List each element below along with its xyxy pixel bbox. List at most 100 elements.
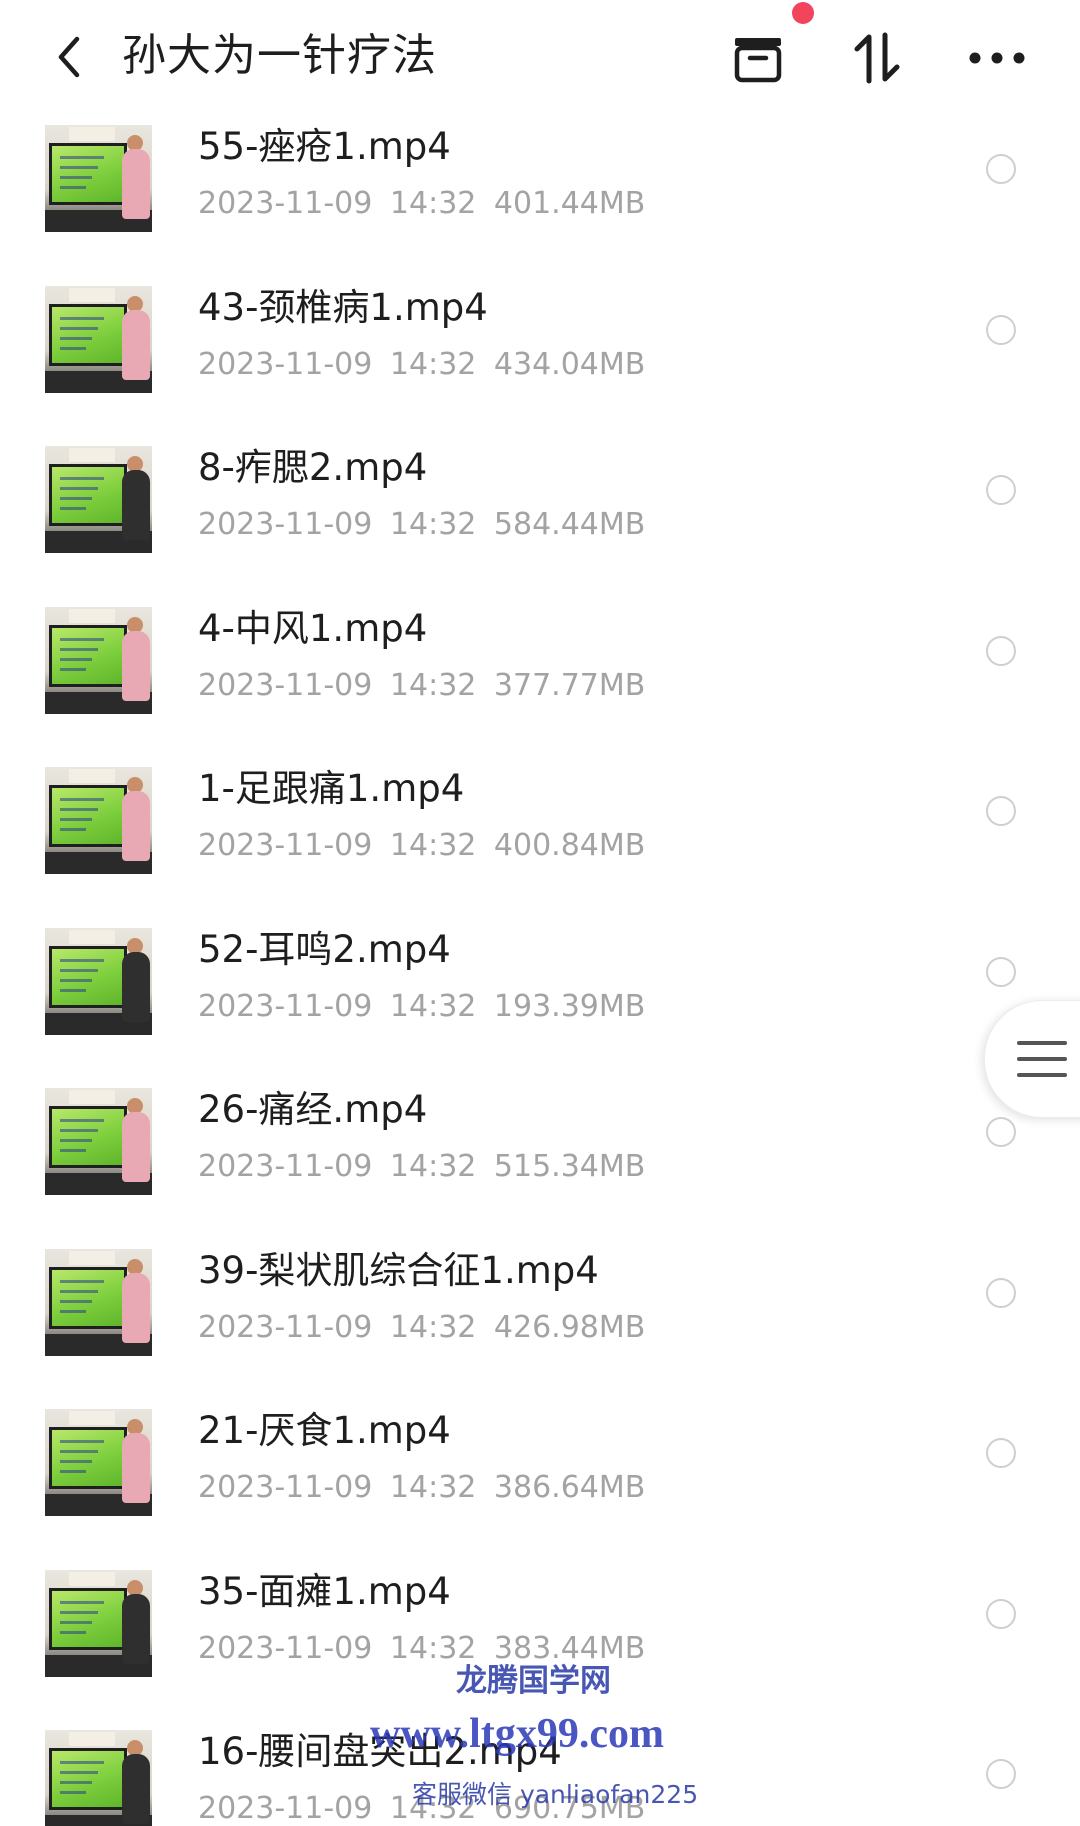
thumb-slide-text-line <box>60 657 92 661</box>
file-time: 14:32 <box>389 1309 477 1345</box>
more-icon <box>969 52 1025 64</box>
file-size: 426.98MB <box>493 1309 646 1345</box>
thumb-screen <box>49 1427 127 1489</box>
file-time: 14:32 <box>389 828 477 863</box>
video-thumbnail <box>45 1569 152 1677</box>
file-row[interactable]: 4-中风1.mp4 2023-11-09 14:32 377.77MB <box>0 584 1080 745</box>
thumb-presenter <box>122 149 150 219</box>
select-radio[interactable] <box>986 1117 1016 1147</box>
file-time: 14:32 <box>389 1791 477 1826</box>
page-title: 孙大为一针疗法 <box>122 30 437 81</box>
file-name: 39-梨状肌综合征1.mp4 <box>198 1248 599 1292</box>
file-time: 14:32 <box>389 346 477 382</box>
video-thumbnail <box>45 1088 152 1195</box>
video-thumbnail <box>45 1409 152 1516</box>
video-thumbnail <box>45 606 152 714</box>
thumb-presenter <box>122 630 150 701</box>
file-row[interactable]: 21-厌食1.mp4 2023-11-09 14:32 386.64MB <box>0 1386 1080 1547</box>
thumb-banner <box>69 1571 115 1586</box>
thumb-slide-text-line <box>60 326 98 330</box>
thumb-banner <box>69 769 115 783</box>
file-name: 26-痛经.mp4 <box>198 1088 428 1131</box>
select-radio[interactable] <box>986 154 1016 184</box>
thumb-slide-text-line <box>60 156 104 159</box>
thumb-slide-text-line <box>60 1470 86 1473</box>
thumb-slide-text-line <box>60 176 92 179</box>
thumb-slide-text-line <box>60 798 104 801</box>
file-name: 52-耳鸣2.mp4 <box>198 927 451 971</box>
thumb-banner <box>69 127 115 141</box>
thumb-presenter <box>122 1754 150 1824</box>
select-radio[interactable] <box>986 796 1016 826</box>
select-radio[interactable] <box>986 956 1016 987</box>
file-row[interactable]: 1-足跟痛1.mp4 2023-11-09 14:32 400.84MB <box>0 744 1080 905</box>
thumb-presenter <box>122 309 150 380</box>
thumb-slide-text-line <box>60 818 92 821</box>
file-name: 16-腰间盘突出2.mp4 <box>198 1730 562 1773</box>
thumb-slide-text-line <box>60 988 86 992</box>
file-date: 2023-11-09 <box>198 346 373 382</box>
select-radio[interactable] <box>986 1598 1016 1629</box>
thumb-slide-text-line <box>60 1299 92 1303</box>
thumb-slide-text-line <box>60 808 98 811</box>
file-meta: 2023-11-09 14:32 584.44MB <box>198 505 645 545</box>
file-row[interactable]: 39-梨状肌综合征1.mp4 2023-11-09 14:32 426.98MB <box>0 1226 1080 1387</box>
select-radio[interactable] <box>986 1759 1016 1789</box>
file-row[interactable]: 55-痤疮1.mp4 2023-11-09 14:32 401.44MB <box>0 102 1080 263</box>
thumb-banner <box>69 287 115 302</box>
file-meta: 2023-11-09 14:32 377.77MB <box>198 666 645 706</box>
thumb-slide-text-line <box>60 487 98 490</box>
thumb-slide-text-line <box>60 166 98 169</box>
file-meta: 2023-11-09 14:32 386.64MB <box>198 1468 645 1508</box>
file-date: 2023-11-09 <box>198 1149 373 1184</box>
file-name: 21-厌食1.mp4 <box>198 1409 451 1452</box>
select-radio[interactable] <box>986 475 1016 505</box>
back-button[interactable] <box>42 28 94 86</box>
select-radio[interactable] <box>986 1438 1016 1468</box>
select-radio[interactable] <box>986 314 1016 345</box>
video-thumbnail <box>45 927 152 1035</box>
thumb-screen <box>49 143 127 205</box>
file-date: 2023-11-09 <box>198 186 373 221</box>
thumb-screen <box>49 1266 127 1329</box>
thumb-screen <box>49 945 127 1008</box>
sort-icon <box>854 32 900 84</box>
select-radio[interactable] <box>986 1277 1016 1308</box>
video-thumbnail <box>45 446 152 553</box>
archive-icon <box>734 38 782 83</box>
thumb-slide-text-line <box>60 1600 104 1604</box>
file-time: 14:32 <box>389 186 477 221</box>
video-thumbnail <box>45 125 152 232</box>
file-time: 14:32 <box>389 1630 477 1666</box>
file-name: 8-痄腮2.mp4 <box>198 446 428 489</box>
file-row[interactable]: 16-腰间盘突出2.mp4 2023-11-09 14:32 690.75MB <box>0 1707 1080 1826</box>
video-thumbnail <box>45 767 152 874</box>
thumb-slide-text-line <box>60 637 104 641</box>
thumb-banner <box>69 1250 115 1265</box>
file-size: 377.77MB <box>493 667 646 703</box>
file-row[interactable]: 26-痛经.mp4 2023-11-09 14:32 515.34MB <box>0 1065 1080 1226</box>
file-row[interactable]: 8-痄腮2.mp4 2023-11-09 14:32 584.44MB <box>0 423 1080 584</box>
thumb-slide-text-line <box>60 1289 98 1293</box>
file-row[interactable]: 35-面瘫1.mp4 2023-11-09 14:32 383.44MB <box>0 1547 1080 1708</box>
thumb-slide-text-line <box>60 1139 92 1142</box>
file-size: 193.39MB <box>493 988 646 1024</box>
thumb-slide-text-line <box>60 647 98 651</box>
select-radio[interactable] <box>986 635 1016 666</box>
thumb-slide-text-line <box>60 1450 98 1453</box>
file-time: 14:32 <box>389 988 477 1024</box>
thumb-slide-text-line <box>60 1781 92 1784</box>
archive-button[interactable] <box>726 28 790 88</box>
thumb-presenter <box>122 1112 150 1182</box>
thumb-screen <box>49 1587 127 1650</box>
file-row[interactable]: 43-颈椎病1.mp4 2023-11-09 14:32 434.04MB <box>0 263 1080 424</box>
file-time: 14:32 <box>389 1470 477 1505</box>
more-button[interactable] <box>962 28 1032 88</box>
thumb-slide-text-line <box>60 1610 98 1614</box>
sort-button[interactable] <box>846 28 910 88</box>
chevron-left-icon <box>58 36 80 78</box>
thumb-screen <box>49 785 127 847</box>
thumb-presenter <box>122 1272 150 1343</box>
file-row[interactable]: 52-耳鸣2.mp4 2023-11-09 14:32 193.39MB <box>0 905 1080 1066</box>
thumb-slide-text-line <box>60 1119 104 1122</box>
